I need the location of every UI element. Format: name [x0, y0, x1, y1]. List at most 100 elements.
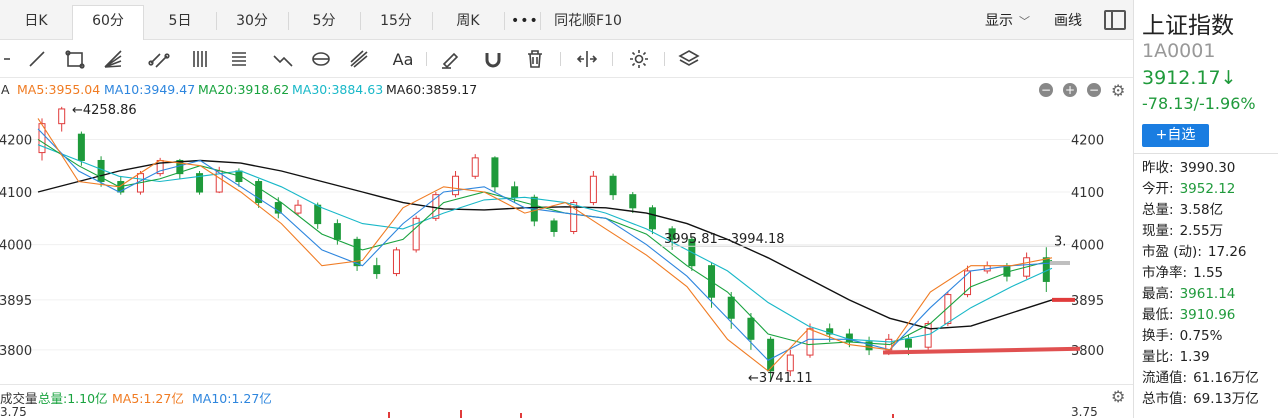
stat-pb-ratio: 市净率: 1.55 [1142, 263, 1277, 284]
tab-5day[interactable]: 5日 [144, 6, 216, 36]
stat-value: 3910.96 [1179, 307, 1236, 323]
stat-total-volume: 总量: 3.58亿 [1142, 200, 1277, 221]
stat-label: 现量: [1142, 223, 1174, 239]
draw-line-button[interactable]: 画线 [1054, 6, 1082, 36]
gear-icon[interactable]: ⚙ [1111, 81, 1125, 100]
candle-body [904, 338, 912, 348]
stat-value: 1.55 [1193, 265, 1224, 281]
tab-divider [432, 12, 433, 30]
line-segment-icon[interactable] [24, 47, 50, 71]
legend-ma30: MA30:3884.63 [292, 82, 384, 97]
legend-ma60: MA60:3859.17 [386, 82, 478, 97]
stat-prev-close: 昨收: 3990.30 [1142, 158, 1277, 179]
gear-icon[interactable]: ⚙ [1111, 387, 1125, 406]
ellipse-icon[interactable] [308, 47, 334, 71]
fan-lines-icon[interactable] [100, 47, 126, 71]
horizontal-lines-icon[interactable] [226, 47, 252, 71]
ma-line-ma30 [37, 144, 1053, 343]
toolbar-divider [612, 52, 613, 66]
tab-week-k[interactable]: 周K [432, 6, 504, 36]
tab-5min[interactable]: 5分 [288, 6, 360, 36]
stat-value: 17.26 [1207, 244, 1247, 260]
toolbar-divider [560, 52, 561, 66]
candle-body [471, 157, 479, 177]
stat-value: 3952.12 [1179, 181, 1236, 197]
volume-bar [892, 414, 894, 418]
display-menu-button[interactable]: 显示 ﹀ [985, 6, 1030, 37]
stat-label: 昨收: [1142, 160, 1174, 176]
zigzag-icon[interactable] [270, 47, 296, 71]
text-tool-icon[interactable]: Aa [390, 47, 416, 71]
stat-label: 最低: [1142, 307, 1174, 323]
stat-label: 总市值: [1142, 391, 1188, 407]
more-tabs-button[interactable]: ••• [511, 6, 539, 36]
stat-volume-ratio: 量比: 1.39 [1142, 347, 1277, 368]
highlighter-icon[interactable] [437, 47, 463, 71]
trash-icon[interactable] [522, 47, 548, 71]
moving-average-legend: A MA5:3955.04 MA10:3949.47 MA20:3918.62 … [0, 80, 1133, 100]
tab-f10[interactable]: 同花顺F10 [540, 6, 636, 36]
candle-body [609, 175, 617, 196]
stat-label: 今开: [1142, 181, 1174, 197]
candle-body [747, 317, 755, 340]
toolbar-divider [664, 52, 665, 66]
stat-value: 0.75% [1179, 328, 1223, 344]
y-tick-label-right: 4100 [1071, 186, 1104, 201]
y-tick-label-left: 4000 [0, 239, 32, 254]
low-annotation: ←3741.11 [748, 371, 813, 384]
candle-body [294, 204, 302, 214]
kline-chart[interactable]: 4200 4200 4100 4100 4000 4000 3895 3895 3800 3800… [0, 100, 1133, 384]
magnet-icon[interactable] [480, 47, 506, 71]
tab-divider [360, 12, 361, 30]
tab-60min[interactable]: 60分 [72, 5, 144, 40]
stat-label: 市净率: [1142, 265, 1188, 281]
stat-low: 最低: 3910.96 [1142, 305, 1277, 326]
minus-circle-icon[interactable]: − [1087, 83, 1101, 97]
stat-label: 最高: [1142, 286, 1174, 302]
tab-divider [288, 12, 289, 30]
candle-body [727, 296, 735, 319]
plus-circle-icon[interactable]: + [1063, 83, 1077, 97]
split-view-icon[interactable] [574, 47, 600, 71]
rectangle-icon[interactable] [62, 47, 88, 71]
stat-value: 3990.30 [1179, 160, 1236, 176]
gear-icon[interactable] [626, 47, 652, 71]
toolbar-divider [426, 52, 427, 66]
vertical-lines-icon[interactable] [188, 47, 214, 71]
tab-30min[interactable]: 30分 [216, 6, 288, 36]
add-to-watchlist-button[interactable]: +自选 [1142, 124, 1209, 147]
panel-divider [1134, 153, 1278, 154]
y-tick-label-left: 3895 [0, 294, 32, 309]
candle-body [589, 175, 597, 204]
candle-body [511, 186, 519, 198]
volume-tick-left: 3.75 [0, 405, 27, 418]
high-annotation: ←4258.86 [72, 103, 137, 118]
side-panel-toggle-icon[interactable] [1104, 10, 1126, 30]
candle-body [392, 249, 400, 275]
stat-label: 总量: [1142, 202, 1174, 218]
candle-body [314, 204, 322, 225]
stat-label: 流通值: [1142, 370, 1188, 386]
tab-day-k[interactable]: 日K [0, 6, 72, 36]
current-price: 3912.17↓ [1142, 67, 1237, 89]
stat-value: 1.39 [1179, 349, 1210, 365]
tab-divider [216, 12, 217, 30]
legend-prefix: A [1, 82, 10, 97]
kline-chart-canvas: 4200 4200 4100 4100 4000 4000 3895 3895 3800 3800… [0, 103, 1104, 384]
y-tick-label-right: 3895 [1071, 294, 1104, 309]
candle-body [806, 328, 814, 356]
y-tick-label-right: 3800 [1071, 344, 1104, 359]
candle-body [550, 220, 558, 232]
cursor-icon[interactable] [0, 47, 14, 71]
candle-body [786, 354, 794, 372]
stat-value: 61.16万亿 [1193, 370, 1259, 386]
minus-circle-icon[interactable]: − [1039, 83, 1053, 97]
pitchfork-icon[interactable] [346, 47, 372, 71]
parallel-channel-icon[interactable] [146, 47, 172, 71]
layers-icon[interactable] [676, 47, 702, 71]
tab-15min[interactable]: 15分 [360, 6, 432, 36]
stat-high: 最高: 3961.14 [1142, 284, 1277, 305]
y-tick-label-left: 3800 [0, 344, 32, 359]
legend-ma10: MA10:3949.47 [104, 82, 196, 97]
legend-ma5: MA5:3955.04 [17, 82, 101, 97]
